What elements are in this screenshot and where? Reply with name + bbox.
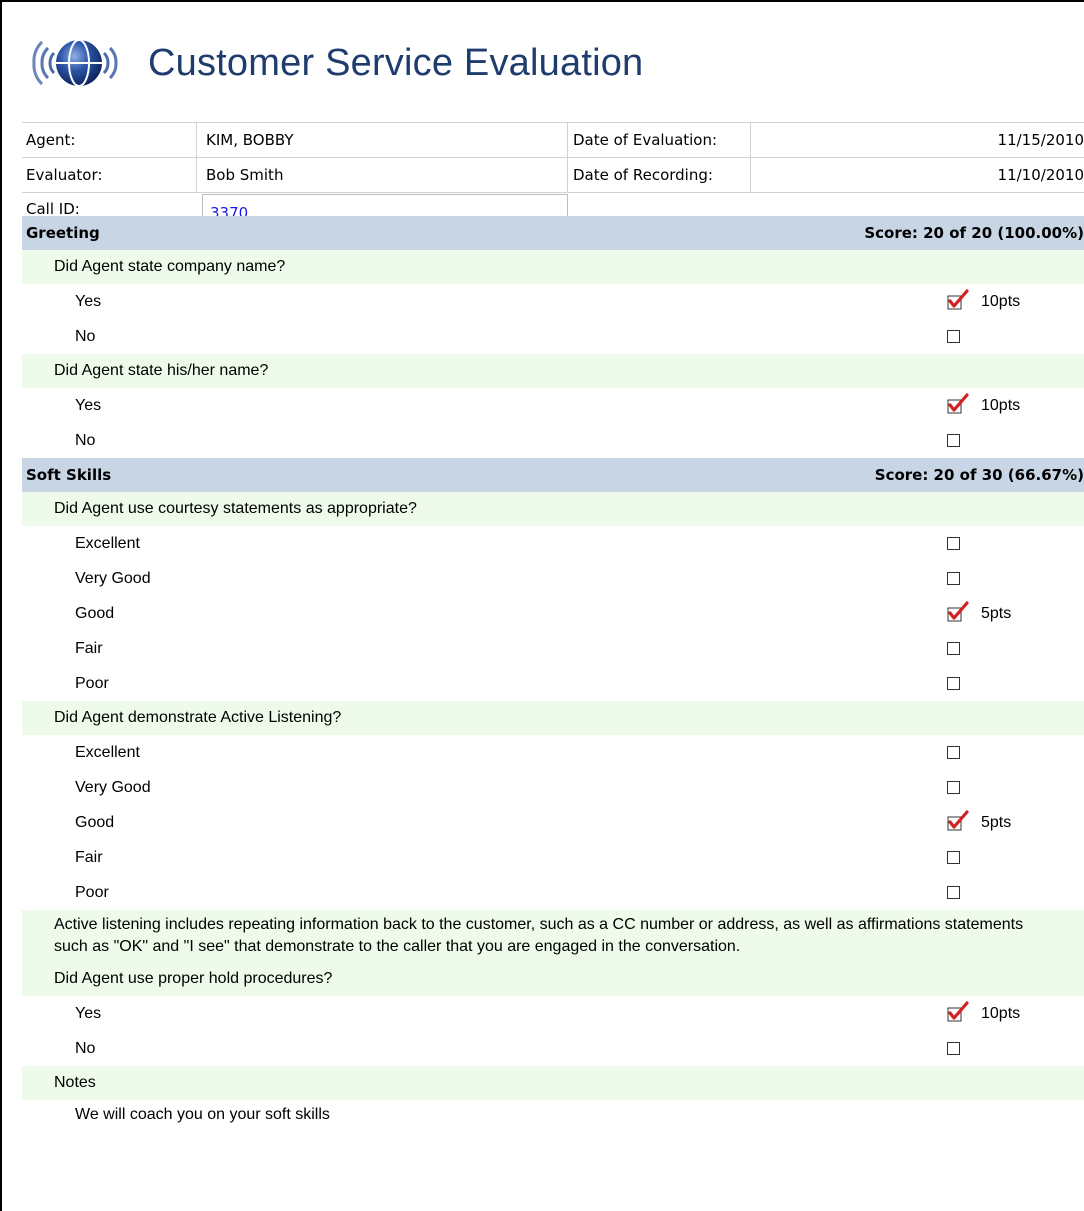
answer-label: Excellent <box>75 535 140 552</box>
question-row: Did Agent use proper hold procedures? <box>22 962 1084 996</box>
evaluator-value: Bob Smith <box>206 166 284 184</box>
grid-line <box>22 192 1084 193</box>
answer-points: 10pts <box>981 293 1021 310</box>
answer-label: Yes <box>75 293 102 310</box>
question-row: Did Agent state his/her name? <box>22 354 1084 388</box>
empty-checkbox-icon[interactable] <box>947 1042 960 1055</box>
date-of-evaluation-label: Date of Evaluation: <box>573 131 718 149</box>
answer-row: Good 5pts <box>22 805 1084 840</box>
date-of-recording-label: Date of Recording: <box>573 166 713 184</box>
grid-line <box>196 122 197 192</box>
answer-row: No <box>22 423 1084 458</box>
section-title: Soft Skills <box>26 466 112 484</box>
empty-checkbox-icon[interactable] <box>947 572 960 585</box>
empty-checkbox-icon[interactable] <box>947 677 960 690</box>
section-header: Greeting Score: 20 of 20 (100.00%) <box>22 216 1084 250</box>
question-row: Did Agent state company name? <box>22 250 1084 284</box>
grid-line <box>567 122 568 192</box>
answer-label: Poor <box>75 675 109 692</box>
answer-row: Fair <box>22 840 1084 875</box>
answer-points: 5pts <box>981 814 1012 831</box>
empty-checkbox-icon[interactable] <box>947 746 960 759</box>
answer-label: Yes <box>75 1005 102 1022</box>
window-border-left <box>0 0 2 1211</box>
answer-row: No <box>22 319 1084 354</box>
answer-label: Very Good <box>75 779 151 796</box>
answer-label: Fair <box>75 640 103 657</box>
answer-row: Excellent <box>22 526 1084 561</box>
empty-checkbox-icon[interactable] <box>947 851 960 864</box>
question-row: Did Agent use courtesy statements as app… <box>22 492 1084 526</box>
grid-line <box>22 122 1084 123</box>
evaluation-info-grid: Agent: KIM, BOBBY Date of Evaluation: 11… <box>22 122 1084 230</box>
answer-label: No <box>75 1040 96 1057</box>
red-checkmark-icon[interactable] <box>947 288 969 312</box>
section-score: Score: 20 of 20 (100.00%) <box>864 224 1084 242</box>
grid-line <box>22 157 1084 158</box>
answer-label: Poor <box>75 884 109 901</box>
answer-label: Good <box>75 605 115 622</box>
page-header: Customer Service Evaluation <box>24 28 643 98</box>
empty-checkbox-icon[interactable] <box>947 642 960 655</box>
answer-row: Very Good <box>22 561 1084 596</box>
question-row: Did Agent demonstrate Active Listening? <box>22 701 1084 735</box>
evaluator-notes: We will coach you on your soft skills <box>75 1106 330 1123</box>
red-checkmark-icon[interactable] <box>947 392 969 416</box>
answer-label: Yes <box>75 397 102 414</box>
answer-row: No <box>22 1031 1084 1066</box>
answer-label: Very Good <box>75 570 151 587</box>
globe-signal-logo <box>24 32 134 94</box>
answer-row: Poor <box>22 666 1084 701</box>
empty-checkbox-icon[interactable] <box>947 330 960 343</box>
agent-value: KIM, BOBBY <box>206 131 294 149</box>
answer-label: Excellent <box>75 744 140 761</box>
empty-checkbox-icon[interactable] <box>947 781 960 794</box>
answer-row: Very Good <box>22 770 1084 805</box>
empty-checkbox-icon[interactable] <box>947 886 960 899</box>
section-header: Soft Skills Score: 20 of 30 (66.67%) <box>22 458 1084 492</box>
answer-points: 10pts <box>981 1005 1021 1022</box>
red-checkmark-icon[interactable] <box>947 1000 969 1024</box>
evaluation-sections: Greeting Score: 20 of 20 (100.00%) Did Age… <box>22 216 1084 1130</box>
red-checkmark-icon[interactable] <box>947 809 969 833</box>
page-title: Customer Service Evaluation <box>148 41 644 84</box>
answer-points: 10pts <box>981 397 1021 414</box>
empty-checkbox-icon[interactable] <box>947 537 960 550</box>
answer-label: Fair <box>75 849 103 866</box>
answer-label: No <box>75 432 96 449</box>
question-row: Notes <box>22 1066 1084 1100</box>
answer-row: Yes 10pts <box>22 388 1084 423</box>
empty-checkbox-icon[interactable] <box>947 434 960 447</box>
answer-label: Good <box>75 814 115 831</box>
answer-points: 5pts <box>981 605 1012 622</box>
window-border-top <box>0 0 1084 2</box>
answer-row: Yes 10pts <box>22 996 1084 1031</box>
answer-row: Excellent <box>22 735 1084 770</box>
section-score: Score: 20 of 30 (66.67%) <box>874 466 1084 484</box>
evaluator-label: Evaluator: <box>26 166 103 184</box>
date-of-recording-value: 11/10/2010 <box>997 166 1084 184</box>
note-text: Active listening includes repeating info… <box>22 910 1084 962</box>
grid-line <box>750 122 751 192</box>
answer-row: Poor <box>22 875 1084 910</box>
answer-row: Yes 10pts <box>22 284 1084 319</box>
answer-label: No <box>75 328 96 345</box>
agent-label: Agent: <box>26 131 76 149</box>
red-checkmark-icon[interactable] <box>947 600 969 624</box>
answer-row: Fair <box>22 631 1084 666</box>
answer-row: Good 5pts <box>22 596 1084 631</box>
section-title: Greeting <box>26 224 100 242</box>
date-of-evaluation-value: 11/15/2010 <box>997 131 1084 149</box>
